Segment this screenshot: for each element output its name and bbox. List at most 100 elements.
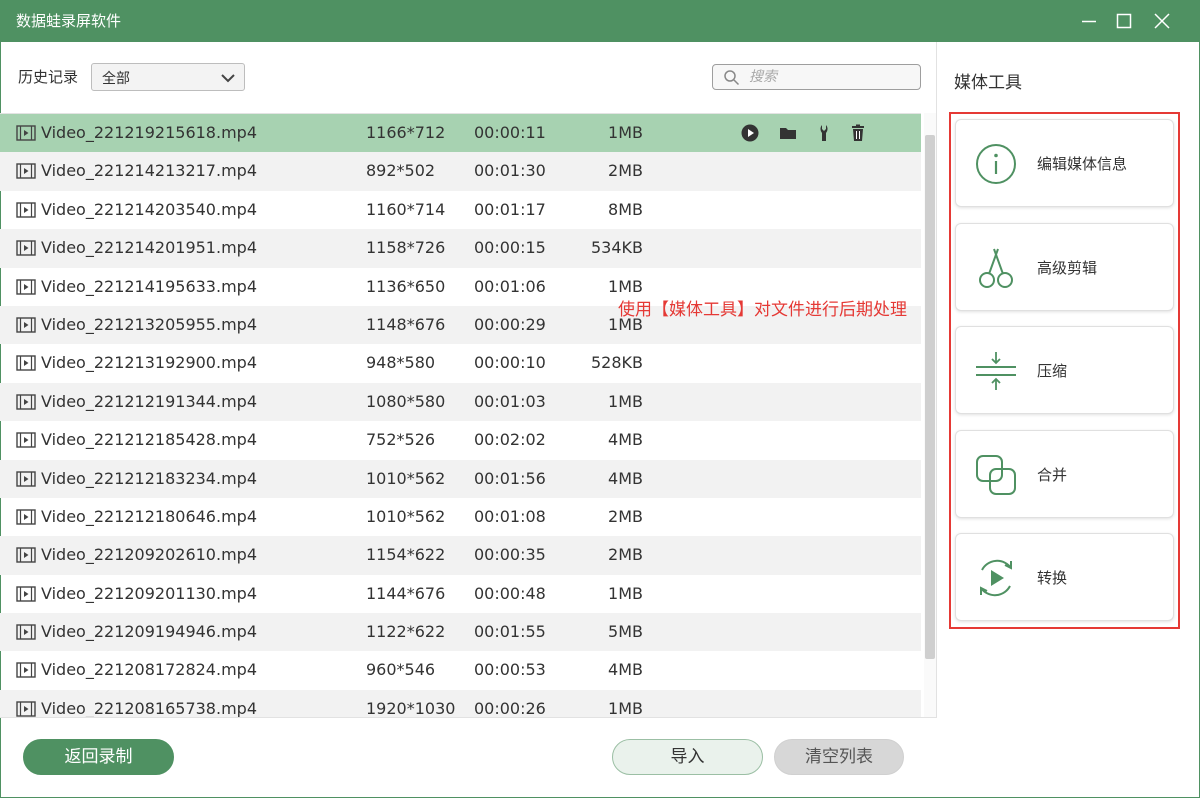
file-name: Video_221208165738.mp4 [41, 698, 257, 718]
file-name: Video_221212191344.mp4 [41, 391, 257, 411]
file-resolution: 1160*714 [366, 199, 446, 219]
minimize-button[interactable] [1070, 0, 1108, 42]
wrench-icon[interactable] [816, 123, 836, 143]
tool-card-convert[interactable]: 转换 [955, 533, 1174, 621]
file-resolution: 1010*562 [366, 506, 446, 526]
title-bar: 数据蛙录屏软件 [0, 0, 1200, 42]
file-row[interactable]: Video_221208165738.mp4 1920*1030 00:00:2… [0, 689, 921, 718]
file-row[interactable]: Video_221214203540.mp4 1160*714 00:01:17… [0, 191, 921, 229]
video-file-icon [16, 585, 36, 602]
media-tools-title: 媒体工具 [954, 73, 1022, 93]
search-input[interactable] [749, 67, 909, 87]
import-button[interactable]: 导入 [612, 739, 763, 775]
file-row[interactable]: Video_221214201951.mp4 1158*726 00:00:15… [0, 229, 921, 268]
video-file-icon [16, 278, 36, 295]
file-resolution: 1166*712 [366, 123, 446, 142]
file-duration: 00:01:03 [474, 391, 546, 411]
file-row[interactable]: Video_221213192900.mp4 948*580 00:00:10 … [0, 344, 921, 382]
play-icon[interactable] [740, 123, 760, 143]
history-filter-dropdown[interactable]: 全部 [91, 63, 245, 91]
folder-icon[interactable] [778, 123, 798, 143]
video-file-icon [16, 317, 36, 333]
file-row[interactable]: Video_221212185428.mp4 752*526 00:02:02 … [0, 421, 921, 459]
search-box [712, 64, 921, 90]
file-row[interactable]: Video_221208172824.mp4 960*546 00:00:53 … [0, 651, 921, 689]
tool-card-edit-info[interactable]: 编辑媒体信息 [955, 119, 1174, 207]
file-size: 528KB [590, 353, 643, 373]
chevron-down-icon [221, 74, 235, 83]
file-row[interactable]: Video_221219215618.mp4 1166*712 00:00:11… [0, 114, 921, 153]
video-file-icon [16, 202, 36, 218]
file-size: 2MB [608, 161, 643, 181]
video-file-icon [16, 509, 36, 525]
file-name: Video_221219215618.mp4 [41, 123, 257, 142]
tool-label: 编辑媒体信息 [1037, 155, 1128, 173]
footer-divider [0, 717, 937, 718]
file-row[interactable]: Video_221212191344.mp4 1080*580 00:01:03… [0, 382, 921, 422]
file-resolution: 1122*622 [366, 622, 446, 642]
file-size: 1MB [608, 123, 643, 142]
file-resolution: 1080*580 [366, 391, 446, 411]
file-duration: 00:00:15 [474, 238, 546, 258]
file-duration: 00:02:02 [474, 430, 546, 450]
file-size: 1MB [608, 583, 643, 603]
minimize-icon [1082, 20, 1096, 23]
file-name: Video_221214195633.mp4 [41, 276, 257, 296]
tool-label: 压缩 [1037, 362, 1068, 380]
file-duration: 00:00:35 [474, 545, 546, 565]
video-file-icon [16, 432, 36, 448]
clear-list-button[interactable]: 清空列表 [774, 739, 904, 775]
file-name: Video_221209194946.mp4 [41, 622, 257, 642]
trash-icon[interactable] [848, 123, 868, 143]
back-to-record-button[interactable]: 返回录制 [23, 739, 174, 775]
file-name: Video_221208172824.mp4 [41, 660, 257, 680]
file-resolution: 960*546 [366, 660, 436, 680]
file-row[interactable]: Video_221209201130.mp4 1144*676 00:00:48… [0, 575, 921, 613]
maximize-icon [1116, 13, 1132, 29]
file-name: Video_221213192900.mp4 [41, 353, 257, 373]
file-size: 4MB [608, 468, 643, 488]
file-size: 1MB [608, 698, 643, 718]
file-name: Video_221212183234.mp4 [41, 468, 257, 488]
file-duration: 00:01:06 [474, 276, 546, 296]
file-row[interactable]: Video_221209202610.mp4 1154*622 00:00:35… [0, 536, 921, 575]
file-size: 5MB [608, 622, 643, 642]
convert-icon [980, 559, 1012, 597]
file-duration: 00:01:30 [474, 161, 546, 181]
file-duration: 00:00:29 [474, 314, 546, 334]
video-file-icon [16, 547, 36, 563]
file-name: Video_221213205955.mp4 [41, 314, 257, 334]
file-duration: 00:01:55 [474, 622, 546, 642]
panel-divider [936, 42, 937, 718]
file-resolution: 1154*622 [366, 545, 446, 565]
tool-card-advanced-cut[interactable]: 高级剪辑 [955, 223, 1174, 311]
scrollbar-thumb[interactable] [925, 135, 935, 659]
file-resolution: 1010*562 [366, 468, 446, 488]
file-row[interactable]: Video_221212180646.mp4 1010*562 00:01:08… [0, 498, 921, 536]
file-row[interactable]: Video_221209194946.mp4 1122*622 00:01:55… [0, 613, 921, 652]
file-duration: 00:00:26 [474, 698, 546, 718]
tool-card-compress[interactable]: 压缩 [955, 326, 1174, 414]
close-icon [1154, 13, 1170, 29]
video-file-icon [16, 470, 36, 487]
file-name: Video_221214213217.mp4 [41, 161, 257, 181]
video-file-icon [16, 125, 36, 141]
scissors-icon [979, 248, 1013, 288]
file-resolution: 1158*726 [366, 238, 446, 258]
merge-icon [976, 455, 1016, 495]
tool-card-merge[interactable]: 合并 [955, 430, 1174, 518]
tool-label: 转换 [1037, 569, 1068, 587]
maximize-button[interactable] [1105, 0, 1143, 42]
close-button[interactable] [1143, 0, 1181, 42]
video-file-icon [16, 163, 36, 180]
search-icon [724, 70, 740, 86]
file-row[interactable]: Video_221214213217.mp4 892*502 00:01:30 … [0, 152, 921, 191]
file-duration: 00:00:11 [474, 123, 546, 142]
file-name: Video_221209202610.mp4 [41, 545, 257, 565]
video-file-icon [16, 355, 36, 372]
file-size: 8MB [608, 199, 643, 219]
file-resolution: 1920*1030 [366, 698, 456, 718]
compress-icon [976, 352, 1016, 390]
file-row[interactable]: Video_221212183234.mp4 1010*562 00:01:56… [0, 459, 921, 498]
file-name: Video_221214203540.mp4 [41, 199, 257, 219]
